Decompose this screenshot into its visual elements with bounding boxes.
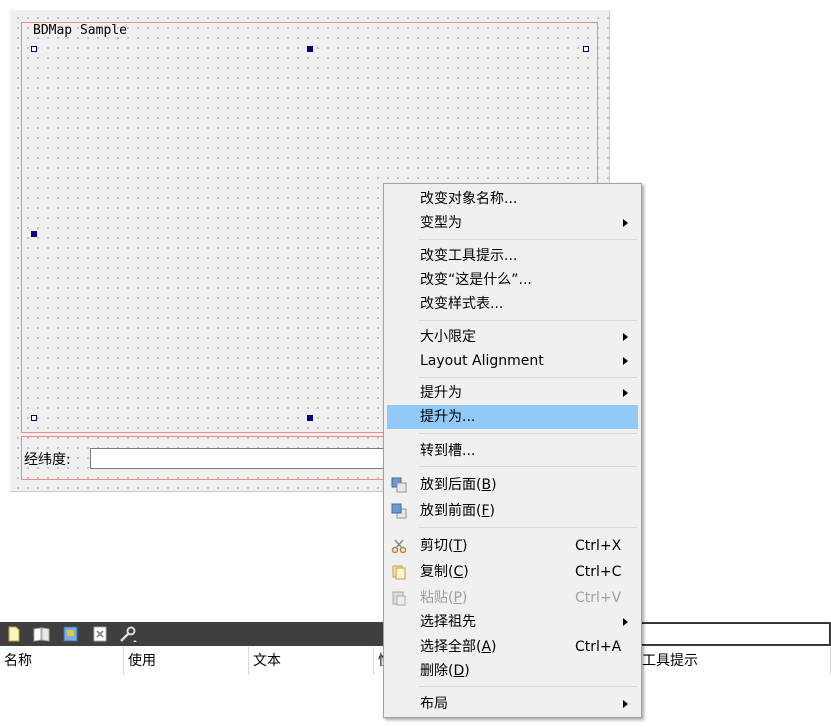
- menu-item-label: 选择祖先: [420, 614, 476, 630]
- menu-item-select-all[interactable]: 选择全部(A) Ctrl+A: [387, 635, 638, 659]
- column-header-tooltip[interactable]: 工具提示: [642, 647, 831, 675]
- filter-input[interactable]: [640, 623, 830, 645]
- column-header-text[interactable]: 文本: [249, 647, 374, 675]
- menu-item-change-tooltip[interactable]: 改变工具提示...: [387, 244, 638, 268]
- menu-item-label: 复制(C): [420, 564, 469, 580]
- paste-icon: [392, 591, 406, 606]
- menu-item-label: 变型为: [420, 215, 462, 231]
- open-book-icon[interactable]: [32, 624, 52, 644]
- menu-item-label: 剪切(T): [420, 538, 468, 554]
- menu-separator: [419, 320, 637, 321]
- menu-item-label: 粘贴(P): [420, 590, 468, 606]
- resize-handle-top-left[interactable]: [31, 46, 37, 52]
- menu-separator: [419, 433, 637, 434]
- menu-item-label: 改变样式表...: [420, 296, 504, 312]
- menu-item-morph-into[interactable]: 变型为: [387, 211, 638, 235]
- menu-item-layout-alignment[interactable]: Layout Alignment: [387, 349, 638, 373]
- menu-item-label: Layout Alignment: [420, 353, 544, 369]
- menu-item-copy[interactable]: 复制(C) Ctrl+C: [387, 560, 638, 584]
- resize-handle-bottom[interactable]: [307, 415, 313, 421]
- menu-item-shortcut: Ctrl+A: [575, 639, 622, 655]
- menu-item-change-object-name[interactable]: 改变对象名称...: [387, 187, 638, 211]
- menu-item-cut[interactable]: 剪切(T) Ctrl+X: [387, 534, 638, 558]
- menu-item-change-stylesheet[interactable]: 改变样式表...: [387, 292, 638, 316]
- menu-item-label: 提升为: [420, 385, 462, 401]
- menu-item-send-to-back[interactable]: 放到后面(B): [387, 473, 638, 497]
- menu-item-shortcut: Ctrl+V: [575, 590, 622, 606]
- menu-item-label: 删除(D): [420, 663, 470, 679]
- submenu-arrow-icon: [623, 618, 628, 626]
- bring-to-front-icon: [391, 503, 407, 519]
- menu-separator: [419, 686, 637, 687]
- submenu-arrow-icon: [623, 389, 628, 397]
- menu-item-label: 放到后面(B): [420, 477, 497, 493]
- menu-item-label: 改变“这是什么”...: [420, 272, 532, 288]
- menu-separator: [419, 239, 637, 240]
- delete-icon[interactable]: [90, 624, 110, 644]
- menu-item-layout[interactable]: 布局: [387, 692, 638, 716]
- copy-icon: [392, 565, 406, 580]
- resize-handle-top[interactable]: [307, 46, 313, 52]
- settings-wrench-icon[interactable]: [118, 624, 138, 644]
- menu-item-label: 转到槽...: [420, 443, 476, 459]
- coord-label: 经纬度:: [24, 452, 71, 468]
- menu-item-size-constraints[interactable]: 大小限定: [387, 325, 638, 349]
- menu-item-paste[interactable]: 粘贴(P) Ctrl+V: [387, 586, 638, 610]
- menu-item-go-to-slot[interactable]: 转到槽...: [387, 439, 638, 463]
- submenu-arrow-icon: [623, 333, 628, 341]
- menu-item-select-ancestor[interactable]: 选择祖先: [387, 610, 638, 634]
- menu-item-promote-to[interactable]: 提升为...: [387, 405, 638, 429]
- menu-item-shortcut: Ctrl+X: [575, 538, 622, 554]
- edit-resource-icon[interactable]: [61, 624, 81, 644]
- resize-handle-top-right[interactable]: [583, 46, 589, 52]
- menu-item-change-whats-this[interactable]: 改变“这是什么”...: [387, 268, 638, 292]
- context-menu: 改变对象名称... 变型为 改变工具提示... 改变“这是什么”... 改变样式…: [383, 183, 642, 718]
- submenu-arrow-icon: [623, 357, 628, 365]
- menu-separator: [419, 527, 637, 528]
- cut-icon: [391, 539, 407, 554]
- menu-item-label: 改变工具提示...: [420, 248, 518, 264]
- submenu-arrow-icon: [623, 219, 628, 227]
- menu-item-promote-to-submenu[interactable]: 提升为: [387, 381, 638, 405]
- menu-item-label: 改变对象名称...: [420, 191, 518, 207]
- menu-item-label: 选择全部(A): [420, 639, 497, 655]
- menu-item-label: 大小限定: [420, 329, 476, 345]
- menu-separator: [419, 377, 637, 378]
- send-to-back-icon: [391, 477, 407, 493]
- menu-item-shortcut: Ctrl+C: [575, 564, 622, 580]
- coord-input[interactable]: [90, 448, 390, 469]
- column-header-used[interactable]: 使用: [124, 647, 249, 675]
- menu-separator: [419, 466, 637, 467]
- menu-item-label: 提升为...: [420, 409, 476, 425]
- submenu-arrow-icon: [623, 700, 628, 708]
- menu-item-label: 布局: [420, 696, 448, 712]
- column-header-name[interactable]: 名称: [0, 647, 124, 675]
- menu-item-delete[interactable]: 删除(D): [387, 659, 638, 683]
- resize-handle-left[interactable]: [31, 231, 37, 237]
- menu-item-label: 放到前面(F): [420, 503, 495, 519]
- new-file-icon[interactable]: [4, 624, 24, 644]
- menu-item-bring-to-front[interactable]: 放到前面(F): [387, 499, 638, 523]
- resize-handle-bottom-left[interactable]: [31, 415, 37, 421]
